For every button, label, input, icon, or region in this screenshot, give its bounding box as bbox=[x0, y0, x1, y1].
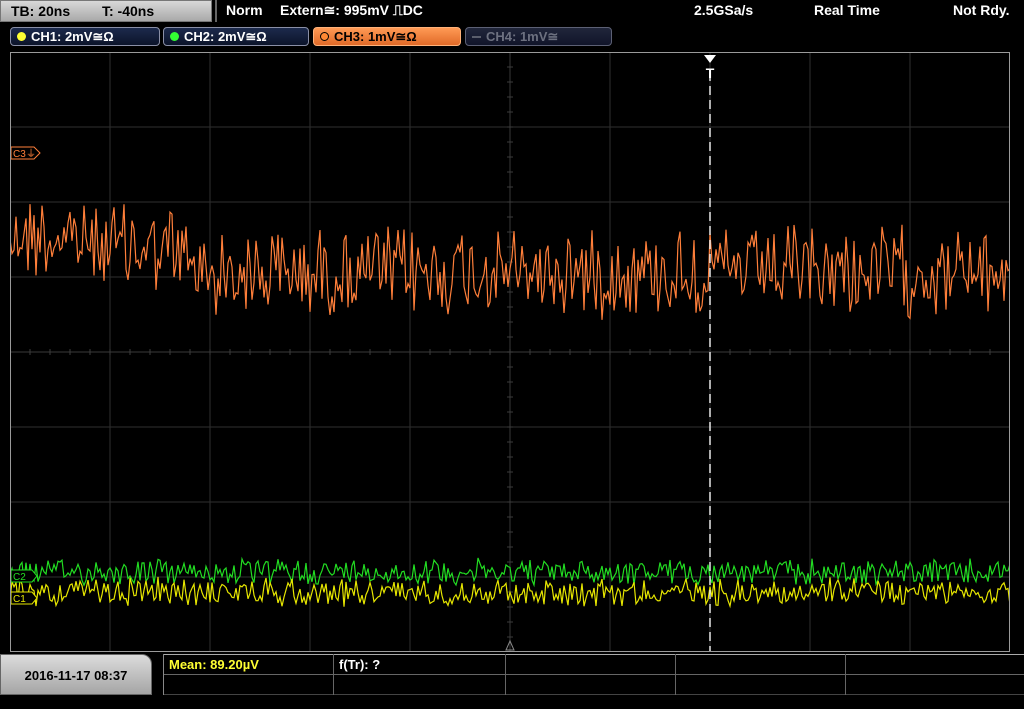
measurement-rise-freq[interactable]: f(Tr): ? bbox=[339, 657, 380, 672]
channel-3-label: CH3: 1mV≅Ω bbox=[334, 29, 417, 44]
trigger-offset-label: T: -40ns bbox=[102, 3, 155, 19]
measurement-grid bbox=[163, 654, 1024, 695]
channel-1-label: CH1: 2mV≅Ω bbox=[31, 29, 114, 44]
status-bar: TB: 20ns T: -40ns Norm Extern≅: 995mV ⎍D… bbox=[0, 0, 1024, 24]
trigger-marker-icon[interactable] bbox=[704, 55, 716, 63]
channel-2-offset-marker[interactable]: C2 bbox=[10, 569, 38, 583]
channel-3-dot-icon bbox=[320, 32, 329, 41]
run-state: Not Rdy. bbox=[953, 2, 1010, 18]
separator bbox=[215, 0, 217, 22]
measurement-mean[interactable]: Mean: 89.20µV bbox=[169, 657, 259, 672]
trigger-mode[interactable]: Norm bbox=[226, 2, 263, 18]
measurement-panel[interactable]: Mean: 89.20µV f(Tr): ? bbox=[163, 654, 1024, 695]
trigger-source[interactable]: Extern≅: 995mV ⎍DC bbox=[280, 2, 423, 19]
channel-2-marker-label: C2 bbox=[13, 572, 26, 583]
trigger-marker-label: T bbox=[706, 65, 715, 81]
acquisition-mode[interactable]: Real Time bbox=[814, 2, 880, 18]
waveform-display[interactable]: T C3 ⏚ C2 C1 bbox=[10, 52, 1010, 652]
channel-2-label: CH2: 2mV≅Ω bbox=[184, 29, 267, 44]
datetime-label: 2016-11-17 08:37 bbox=[24, 668, 128, 683]
channel-1-dot-icon bbox=[17, 32, 26, 41]
timebase-label: TB: 20ns bbox=[11, 3, 71, 19]
sample-rate[interactable]: 2.5GSa/s bbox=[694, 2, 753, 18]
channel-3-button[interactable]: CH3: 1mV≅Ω bbox=[313, 27, 461, 46]
channel-3-offset-marker[interactable]: C3 ⏚ bbox=[10, 146, 41, 160]
channel-1-offset-marker[interactable]: C1 bbox=[10, 591, 38, 605]
datetime-box: 2016-11-17 08:37 bbox=[0, 654, 152, 695]
timebase-box[interactable]: TB: 20ns T: -40ns bbox=[0, 0, 212, 22]
ground-icon: ⏚ bbox=[26, 148, 36, 160]
channel-1-marker-label: C1 bbox=[13, 594, 26, 605]
channel-1-button[interactable]: CH1: 2mV≅Ω bbox=[10, 27, 160, 46]
channel-2-dot-icon bbox=[170, 32, 179, 41]
channel-3-marker-label: C3 bbox=[13, 149, 26, 160]
waveform-svg: T C3 ⏚ C2 C1 bbox=[10, 52, 1010, 652]
channel-4-button[interactable]: CH4: 1mV≅ bbox=[465, 27, 612, 46]
channel-2-button[interactable]: CH2: 2mV≅Ω bbox=[163, 27, 309, 46]
channel-4-label: CH4: 1mV≅ bbox=[486, 29, 559, 44]
channel-4-off-icon bbox=[472, 36, 481, 38]
